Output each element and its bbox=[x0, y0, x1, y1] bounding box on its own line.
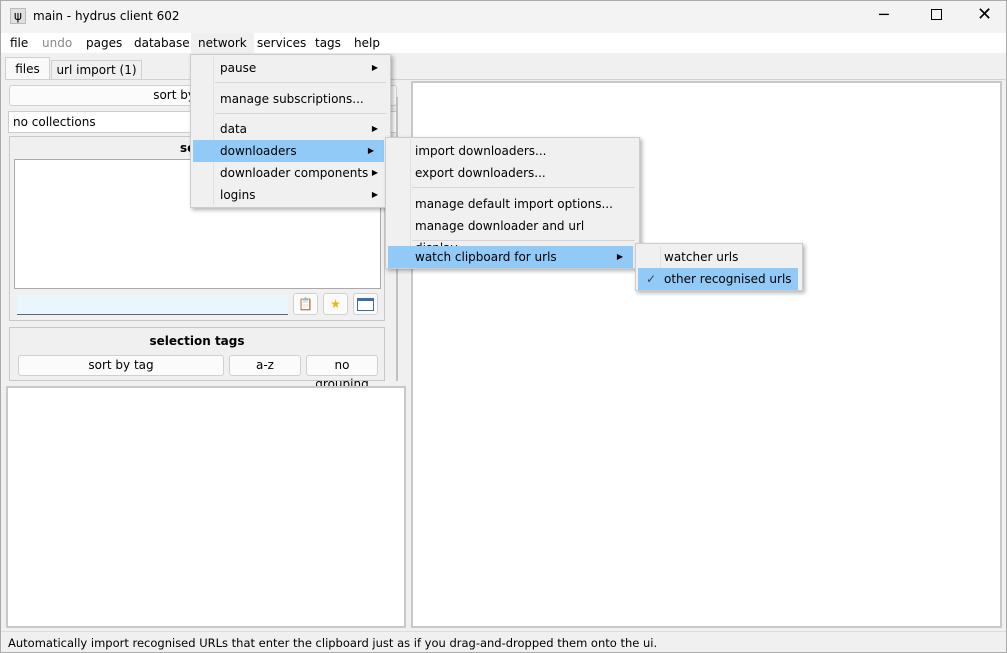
tab-url-import[interactable]: url import (1) bbox=[51, 60, 142, 79]
menu-item-logins[interactable]: logins ▶ bbox=[193, 184, 388, 206]
label: watcher urls bbox=[664, 250, 739, 264]
paste-icon[interactable]: 📋 bbox=[293, 293, 318, 315]
maximize-button[interactable] bbox=[931, 9, 942, 20]
submenu-arrow-icon: ▶ bbox=[371, 124, 378, 133]
menu-services[interactable]: services bbox=[257, 36, 306, 50]
menu-item-downloader-components[interactable]: downloader components ▶ bbox=[193, 162, 388, 184]
window-title: main - hydrus client 602 bbox=[33, 9, 180, 23]
menu-item-watch-clipboard[interactable]: watch clipboard for urls ▶ bbox=[388, 246, 633, 268]
selection-tag-list[interactable] bbox=[6, 386, 406, 628]
menu-item-pause[interactable]: pause ▶ bbox=[193, 57, 388, 79]
submenu-arrow-icon: ▶ bbox=[367, 146, 374, 155]
tab-divider bbox=[5, 79, 1005, 80]
menu-item-downloaders[interactable]: downloaders ▶ bbox=[193, 140, 384, 162]
checkmark-icon: ✓ bbox=[646, 272, 657, 286]
menu-item-data[interactable]: data ▶ bbox=[193, 118, 388, 140]
psi-icon: ψ bbox=[10, 8, 26, 24]
label: manage default import options... bbox=[415, 197, 613, 211]
label: pause bbox=[220, 61, 257, 75]
label: manage subscriptions... bbox=[220, 92, 364, 106]
menu-item-import-downloaders[interactable]: import downloaders... bbox=[388, 140, 637, 162]
menu-item-manage-downloader-display[interactable]: manage downloader and url display... bbox=[388, 215, 637, 255]
menu-item-manage-default-import-options[interactable]: manage default import options... bbox=[388, 193, 637, 215]
label: watch clipboard for urls bbox=[415, 250, 557, 264]
menu-help[interactable]: help bbox=[354, 36, 380, 50]
label: downloader components bbox=[220, 166, 369, 180]
separator bbox=[215, 113, 386, 114]
label: logins bbox=[220, 188, 256, 202]
separator bbox=[412, 187, 635, 188]
menu-item-export-downloaders[interactable]: export downloaders... bbox=[388, 162, 637, 184]
label: other recognised urls bbox=[664, 272, 792, 286]
status-bar: Automatically import recognised URLs tha… bbox=[1, 631, 1006, 652]
minimize-button[interactable]: ─ bbox=[879, 5, 889, 24]
grouping-button[interactable]: no grouping bbox=[306, 355, 378, 391]
title-bar: ψ main - hydrus client 602 ─ ✕ bbox=[1, 1, 1006, 33]
menu-item-watcher-urls[interactable]: watcher urls bbox=[638, 246, 800, 268]
menu-database[interactable]: database bbox=[134, 36, 190, 50]
submenu-arrow-icon: ▶ bbox=[371, 168, 378, 177]
label: export downloaders... bbox=[415, 166, 546, 180]
window-icon[interactable] bbox=[353, 293, 378, 315]
label: import downloaders... bbox=[415, 144, 547, 158]
network-menu: pause ▶ manage subscriptions... data ▶ dow… bbox=[190, 54, 391, 208]
label: data bbox=[220, 122, 248, 136]
menu-item-other-recognised-urls[interactable]: ✓ other recognised urls bbox=[638, 268, 798, 290]
menu-file[interactable]: file bbox=[10, 36, 28, 50]
submenu-arrow-icon: ▶ bbox=[616, 252, 623, 261]
star-icon[interactable]: ★ bbox=[323, 293, 348, 315]
menu-pages[interactable]: pages bbox=[86, 36, 122, 50]
menu-undo[interactable]: undo bbox=[42, 36, 72, 50]
submenu-arrow-icon: ▶ bbox=[371, 63, 378, 72]
clipboard-menu: watcher urls ✓ other recognised urls bbox=[635, 243, 803, 291]
submenu-arrow-icon: ▶ bbox=[371, 190, 378, 199]
close-button[interactable]: ✕ bbox=[977, 4, 992, 25]
main-window: ψ main - hydrus client 602 ─ ✕ file undo… bbox=[0, 0, 1007, 653]
label: downloaders bbox=[220, 144, 297, 158]
separator bbox=[215, 82, 386, 83]
sort-order-button[interactable]: a-z bbox=[229, 355, 301, 376]
sort-by-tag-button[interactable]: sort by tag bbox=[18, 355, 224, 376]
selection-tags-panel: selection tags sort by tag a-z no groupi… bbox=[9, 327, 385, 391]
tab-files[interactable]: files bbox=[5, 57, 50, 79]
selection-tags-header: selection tags bbox=[149, 334, 245, 348]
separator bbox=[412, 240, 635, 241]
menu-network[interactable]: network bbox=[191, 33, 254, 53]
menu-bar: file undo pages database network service… bbox=[1, 33, 1006, 53]
search-input[interactable] bbox=[17, 295, 288, 315]
downloaders-menu: import downloaders... export downloaders… bbox=[385, 137, 640, 269]
menu-item-manage-subscriptions[interactable]: manage subscriptions... bbox=[193, 88, 388, 110]
menu-tags[interactable]: tags bbox=[315, 36, 341, 50]
